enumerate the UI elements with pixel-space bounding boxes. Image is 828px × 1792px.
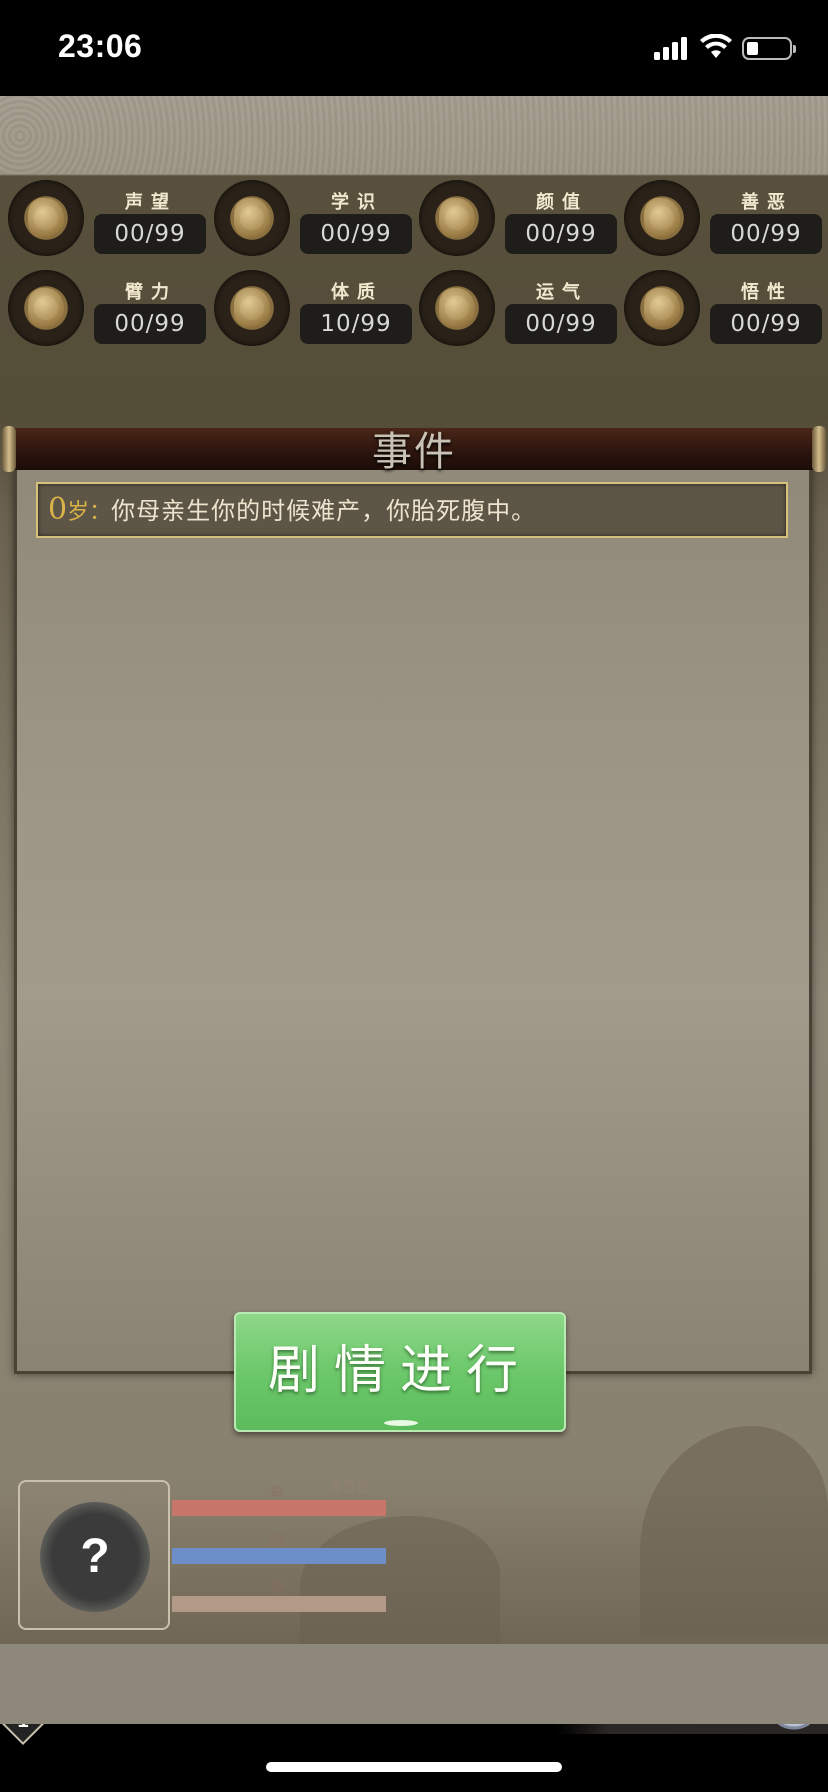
attribute-value: 00/99	[710, 304, 822, 344]
event-age: 0	[48, 492, 68, 527]
mp-bar-label: 内	[270, 1533, 284, 1549]
button-notch	[384, 1420, 418, 1426]
decorative-mountain	[300, 1516, 500, 1646]
attribute-label: 运气	[536, 282, 588, 303]
constitution-icon	[214, 270, 290, 346]
attribute-constitution[interactable]: 体质 10/99	[214, 270, 414, 350]
attribute-value: 00/99	[710, 214, 822, 254]
crossed-swords-icon	[624, 180, 700, 256]
event-text: 你母亲生你的时候难产，你胎死腹中。	[111, 497, 537, 525]
attribute-value: 00/99	[505, 214, 617, 254]
exp-bar-label: 经	[270, 1581, 284, 1597]
battery-icon	[742, 37, 796, 60]
attribute-value: 00/99	[300, 214, 412, 254]
attribute-appearance[interactable]: 颜值 00/99	[419, 180, 619, 260]
decorative-wave-band	[0, 96, 828, 174]
attribute-knowledge[interactable]: 学识 00/99	[214, 180, 414, 260]
bottom-band	[0, 1644, 828, 1724]
hp-bar-label: 命	[270, 1485, 284, 1501]
continue-story-label: 剧情进行	[267, 1341, 532, 1401]
attribute-value: 10/99	[300, 304, 412, 344]
attribute-value: 00/99	[94, 304, 206, 344]
attribute-label: 悟性	[741, 282, 793, 303]
cellular-signal-icon	[654, 36, 688, 60]
continue-story-button[interactable]: 剧情进行	[234, 1312, 566, 1432]
event-panel-title: 事件	[372, 429, 456, 475]
luck-icon	[419, 270, 495, 346]
home-indicator[interactable]	[266, 1762, 562, 1772]
attribute-label: 善恶	[741, 192, 793, 213]
wifi-icon	[700, 34, 732, 58]
event-scroll-panel[interactable]	[14, 434, 812, 1374]
attribute-reputation[interactable]: 声望 00/99	[8, 180, 208, 260]
comprehension-icon	[624, 270, 700, 346]
appearance-icon	[419, 180, 495, 256]
attribute-label: 体质	[331, 282, 383, 303]
hp-bar	[172, 1500, 386, 1516]
character-portrait-frame[interactable]: ?	[18, 1480, 170, 1630]
hp-bar-value: 850	[330, 1478, 372, 1498]
unknown-avatar-mark: ?	[80, 1530, 110, 1583]
scroll-knowledge-icon	[214, 180, 290, 256]
attribute-label: 臂力	[125, 282, 177, 303]
decorative-mountain	[640, 1426, 828, 1636]
attribute-strength[interactable]: 臂力 00/99	[8, 270, 208, 350]
attribute-label: 声望	[125, 192, 177, 213]
attribute-value: 00/99	[505, 304, 617, 344]
attribute-label: 颜值	[536, 192, 588, 213]
status-bar: 23:06	[0, 0, 828, 96]
attribute-value: 00/99	[94, 214, 206, 254]
event-age-unit: 岁：	[67, 500, 112, 525]
reputation-icon	[8, 180, 84, 256]
exp-bar	[172, 1596, 386, 1612]
attribute-morality[interactable]: 善恶 00/99	[624, 180, 824, 260]
event-list-item: 0岁：你母亲生你的时候难产，你胎死腹中。	[36, 482, 788, 538]
strength-icon	[8, 270, 84, 346]
attribute-luck[interactable]: 运气 00/99	[419, 270, 619, 350]
mp-bar	[172, 1548, 386, 1564]
attribute-comprehension[interactable]: 悟性 00/99	[624, 270, 824, 350]
avatar: ?	[40, 1502, 150, 1612]
game-screen: 声望 00/99 学识 00/99 颜值 00/99 善恶 00/99 臂力 0…	[0, 96, 828, 1746]
attribute-label: 学识	[331, 192, 383, 213]
status-time: 23:06	[58, 28, 143, 64]
